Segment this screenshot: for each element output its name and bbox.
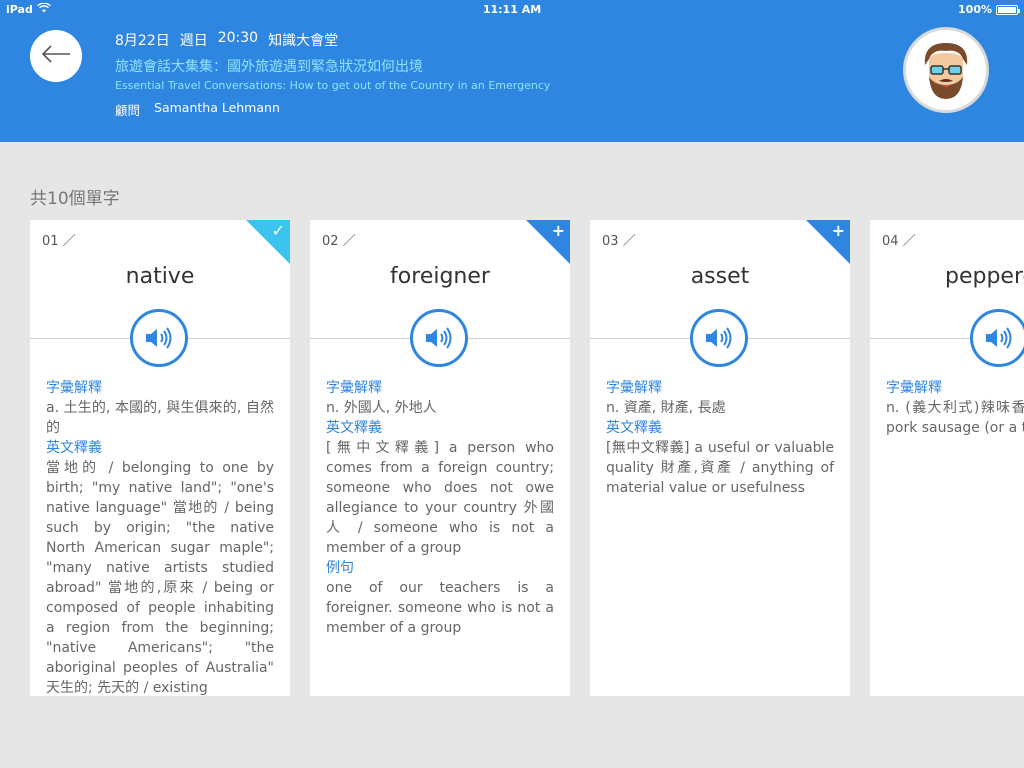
card-number: 01 ／ [42,234,76,249]
card-word: peppero [945,264,1024,289]
definition-label: 字彙解釋 [326,380,382,396]
card-number: 04 ／ [882,234,916,249]
speaker-icon [426,327,452,349]
definition-text: n. 資產, 財產, 長處 [606,400,726,416]
english-text: [無中文釋義] a useful or valuable quality 財產,… [606,440,834,496]
example-text: one of our teachers is a foreigner. some… [326,580,554,636]
battery-percent: 100% [958,3,992,16]
plus-icon[interactable]: + [832,221,845,240]
word-card[interactable]: 03 ／ + asset 字彙解釋 n. 資產, 財產, 長處 英文釋義 [無中… [590,220,850,696]
back-button[interactable] [30,30,82,82]
word-card[interactable]: 01 ／ ✓ native 字彙解釋 a. 土生的, 本國的, 與生俱來的, 自… [30,220,290,696]
arrow-left-icon [41,44,71,68]
word-card[interactable]: 02 ／ + foreigner 字彙解釋 n. 外國人, 外地人 英文釋義 [… [310,220,570,696]
english-text: [無中文釋義] a person who comes from a foreig… [326,440,554,556]
card-body: 字彙解釋 n. (義大利式)辣味香腸 中文釋義] a pork sausage … [886,378,1024,438]
session-weekday: 週日 [179,33,208,49]
definition-text: n. 外國人, 外地人 [326,400,437,416]
definition-text: a. 土生的, 本國的, 與生俱來的, 自然的 [46,400,274,436]
english-label: 英文釋義 [606,420,662,436]
status-bar: iPad 11:11 AM 100% [0,0,1024,20]
battery-icon [996,4,1020,15]
card-number: 02 ／ [322,234,356,249]
pronounce-button[interactable] [690,309,748,367]
pronounce-button[interactable] [130,309,188,367]
speaker-icon [706,327,732,349]
definition-label: 字彙解釋 [46,380,102,396]
english-label: 英文釋義 [326,420,382,436]
definition-text: n. (義大利式)辣味香腸 [886,400,1024,416]
card-body: 字彙解釋 n. 資產, 財產, 長處 英文釋義 [無中文釋義] a useful… [606,378,834,498]
card-body: 字彙解釋 a. 土生的, 本國的, 與生俱來的, 自然的 英文釋義 當地的 / … [46,378,274,696]
example-label: 例句 [326,560,354,576]
speaker-icon [146,327,172,349]
card-body: 字彙解釋 n. 外國人, 外地人 英文釋義 [無中文釋義] a person w… [326,378,554,638]
header-bar: iPad 11:11 AM 100% 8月22日 週日 20:30 知識大會堂 … [0,0,1024,142]
word-card[interactable]: 04 ／ peppero 字彙解釋 n. (義大利式)辣味香腸 中文釋義] a … [870,220,1024,696]
clock: 11:11 AM [482,3,542,16]
speaker-icon [986,327,1012,349]
english-text: 當地的 / belonging to one by birth; "my nat… [46,460,274,696]
bearded-man-icon [924,43,968,99]
session-venue: 知識大會堂 [268,33,339,49]
definition-label: 字彙解釋 [886,380,942,396]
course-subtitle: Essential Travel Conversations: How to g… [115,79,551,92]
word-count-label: 共10個單字 [30,189,120,209]
card-word: asset [690,264,750,289]
session-info: 8月22日 週日 20:30 知識大會堂 旅遊會話大集集：國外旅遊遇到緊急狀況如… [115,30,550,119]
pronounce-button[interactable] [970,309,1024,367]
card-number: 03 ／ [602,234,636,249]
pronounce-button[interactable] [410,309,468,367]
advisor-name: Samantha Lehmann [154,100,280,115]
checkmark-icon[interactable]: ✓ [272,221,285,240]
course-title: 旅遊會話大集集：國外旅遊遇到緊急狀況如何出境 [115,59,423,75]
plus-icon[interactable]: + [552,221,565,240]
card-word: foreigner [390,264,490,289]
session-time: 20:30 [217,30,259,46]
advisor-avatar[interactable] [903,27,989,113]
session-date: 8月22日 [115,33,170,49]
english-label: 英文釋義 [46,440,102,456]
definition-label: 字彙解釋 [606,380,662,396]
advisor-label: 顧問 [115,103,141,118]
card-word: native [125,264,195,289]
